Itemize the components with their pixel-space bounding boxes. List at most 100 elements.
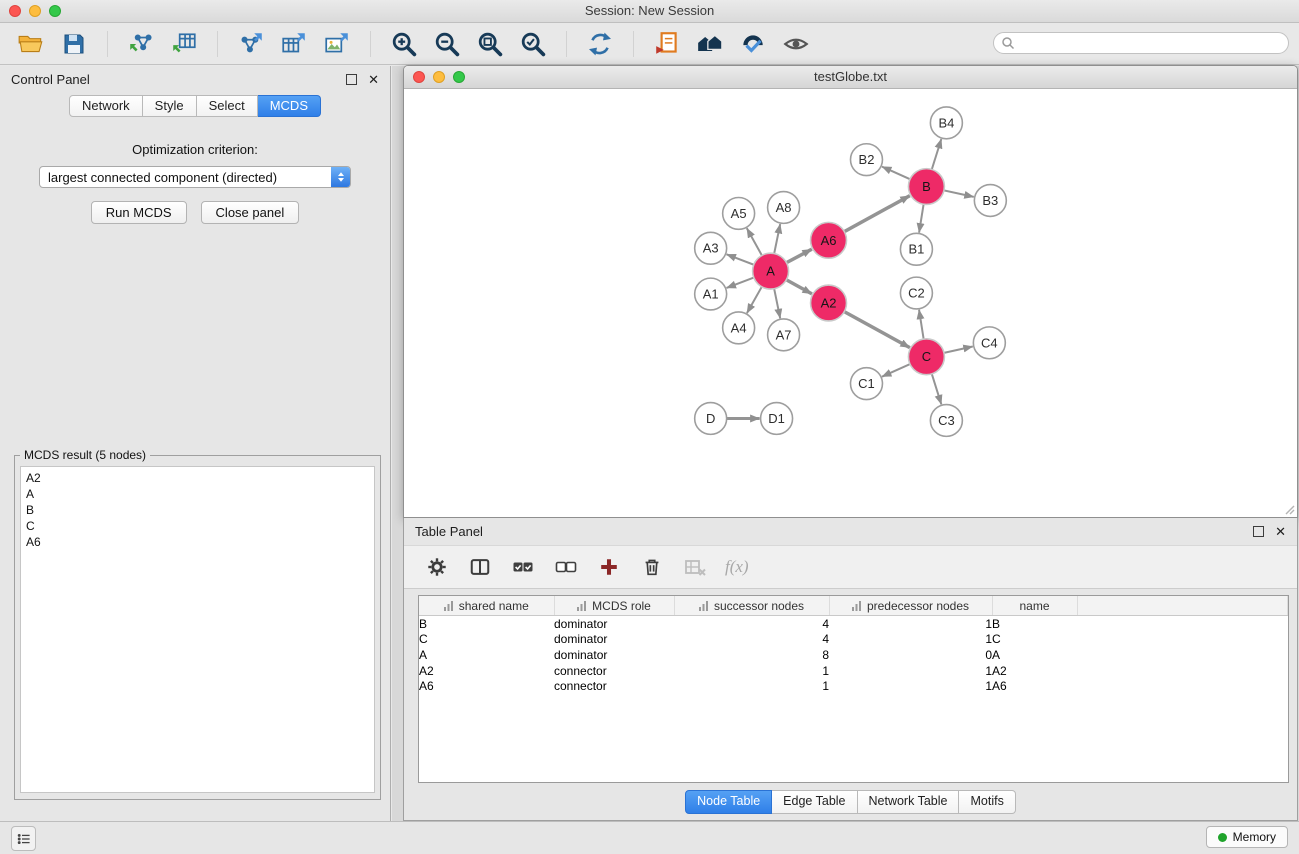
annotation-icon[interactable] [652,29,682,59]
tab-network[interactable]: Network [69,95,143,117]
node-table: shared name MCDS role successor nodes pr… [418,595,1289,783]
tab-select[interactable]: Select [197,95,258,117]
graph-node-label: A5 [731,206,747,221]
show-hide-icon[interactable] [781,29,811,59]
apply-layout-icon[interactable] [585,29,615,59]
graph-node-label: B2 [859,152,875,167]
import-network-file-icon[interactable] [126,29,156,59]
mcds-result-list[interactable]: A2 A B C A6 [20,466,375,793]
deselect-all-rows-icon[interactable] [553,554,579,580]
memory-button[interactable]: Memory [1206,826,1288,848]
graph-node-label: A1 [703,287,719,302]
sort-icon [852,601,862,611]
zoom-window-button[interactable] [49,5,61,17]
table-row[interactable]: A6connector11A6 [419,678,1288,694]
graph-node-label: A7 [776,327,792,342]
zoom-out-icon[interactable] [432,29,462,59]
graph-node-label: A8 [776,200,792,215]
import-table-file-icon[interactable] [169,29,199,59]
table-panel-title: Table Panel [415,524,483,539]
export-table-icon[interactable] [279,29,309,59]
style-check-icon[interactable] [738,29,768,59]
search-field[interactable] [993,32,1289,54]
tab-mcds[interactable]: MCDS [258,95,321,117]
list-item[interactable]: B [26,502,369,518]
sort-icon [699,601,709,611]
sort-icon [444,601,454,611]
table-row[interactable]: Bdominator41B [419,616,1288,632]
list-item[interactable]: A2 [26,470,369,486]
resize-corner-icon[interactable] [1283,503,1295,515]
list-item[interactable]: A6 [26,534,369,550]
memory-label: Memory [1233,830,1276,844]
graph-node-label: A4 [731,320,747,335]
control-panel-title: Control Panel [11,72,90,87]
optimization-dropdown[interactable]: largest connected component (directed) [39,166,351,188]
close-panel-icon[interactable]: ✕ [368,73,379,86]
select-all-rows-icon[interactable] [510,554,536,580]
graph-node-label: A6 [821,233,837,248]
traffic-lights [9,5,61,17]
graph-node-label: B4 [938,115,954,130]
main-toolbar [0,23,1299,65]
column-header-predecessor-nodes[interactable]: predecessor nodes [829,596,992,616]
export-image-icon[interactable] [322,29,352,59]
network-window-titlebar: testGlobe.txt [404,66,1297,89]
tab-edge-table[interactable]: Edge Table [772,790,857,814]
tab-node-table[interactable]: Node Table [685,790,772,814]
graph-node-label: B [922,179,931,194]
graph-node-label: C [922,349,931,364]
run-mcds-button[interactable]: Run MCDS [91,201,187,224]
table-row[interactable]: Adominator80A [419,647,1288,663]
close-network-window-button[interactable] [413,71,425,83]
table-settings-gear-icon[interactable] [424,554,450,580]
search-input[interactable] [1019,35,1288,51]
close-window-button[interactable] [9,5,21,17]
zoom-selected-icon[interactable] [518,29,548,59]
table-tabs: Node Table Edge Table Network Table Moti… [404,790,1297,814]
toolbar-separator [107,31,108,57]
column-header-successor-nodes[interactable]: successor nodes [674,596,829,616]
delete-column-icon [682,554,708,580]
save-session-icon[interactable] [59,29,89,59]
column-header-shared-name[interactable]: shared name [419,596,554,616]
close-table-panel-icon[interactable]: ✕ [1275,525,1286,538]
close-panel-button[interactable]: Close panel [201,201,300,224]
dropdown-value: largest connected component (directed) [40,170,331,185]
network-view-window: testGlobe.txt AA2A6BCA1A3A4A5A7A8B1B2B3B… [403,65,1298,518]
column-header-mcds-role[interactable]: MCDS role [554,596,674,616]
network-graph[interactable]: AA2A6BCA1A3A4A5A7A8B1B2B3B4C1C2C3C4DD1 [404,89,1297,517]
export-network-icon[interactable] [236,29,266,59]
mcds-result-title: MCDS result (5 nodes) [20,448,150,462]
sort-icon [577,601,587,611]
zoom-in-icon[interactable] [389,29,419,59]
network-canvas[interactable]: AA2A6BCA1A3A4A5A7A8B1B2B3B4C1C2C3C4DD1 [404,89,1297,517]
minimize-window-button[interactable] [29,5,41,17]
zoom-fit-icon[interactable] [475,29,505,59]
minimize-network-window-button[interactable] [433,71,445,83]
open-session-icon[interactable] [16,29,46,59]
graph-node-label: B1 [908,242,924,257]
table-row[interactable]: A2connector11A2 [419,663,1288,679]
tab-style[interactable]: Style [143,95,197,117]
delete-row-trash-icon[interactable] [639,554,665,580]
optimization-criterion-label: Optimization criterion: [0,142,390,157]
show-columns-icon[interactable] [467,554,493,580]
graph-node-label: C3 [938,413,955,428]
mcds-result-groupbox: MCDS result (5 nodes) A2 A B C A6 [14,455,381,800]
tab-motifs[interactable]: Motifs [959,790,1015,814]
table-row[interactable]: Cdominator41C [419,632,1288,648]
task-history-icon[interactable] [11,826,36,851]
list-item[interactable]: C [26,518,369,534]
float-panel-icon[interactable] [346,74,357,85]
float-table-panel-icon[interactable] [1253,526,1264,537]
control-panel-tabs: Network Style Select MCDS [0,95,390,117]
column-header-name[interactable]: name [992,596,1077,616]
zoom-network-window-button[interactable] [453,71,465,83]
add-column-icon[interactable] [596,554,622,580]
tab-network-table[interactable]: Network Table [858,790,960,814]
network-home-icon[interactable] [695,29,725,59]
function-builder-icon: f(x) [725,557,749,577]
toolbar-separator [217,31,218,57]
list-item[interactable]: A [26,486,369,502]
